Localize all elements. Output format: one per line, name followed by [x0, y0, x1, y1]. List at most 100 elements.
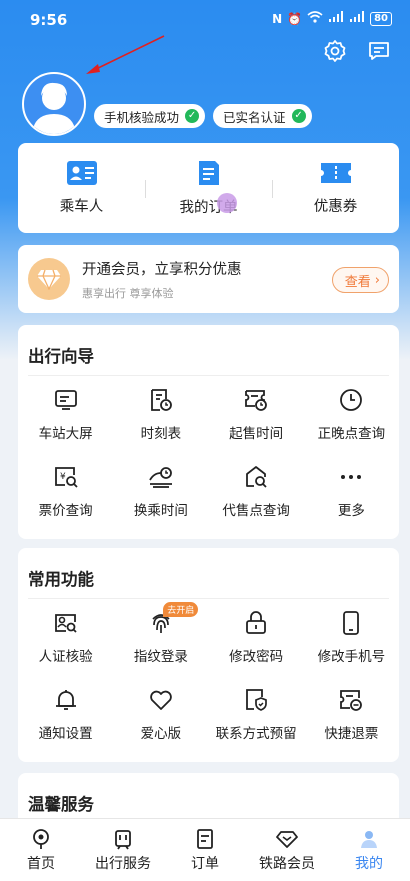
grid-item-label: 票价查询: [38, 503, 93, 519]
alarm-icon: ⏰: [287, 11, 303, 26]
order-doc-icon: [198, 161, 219, 185]
membership-banner[interactable]: 开通会员，立享积分优惠 惠享出行 尊享体验 查看 ›: [18, 245, 399, 313]
tab-home[interactable]: 首页: [0, 819, 82, 881]
tab-label: 首页: [27, 855, 55, 872]
quick-action-coupons[interactable]: 优惠券: [272, 143, 399, 233]
grid-item-label: 代售点查询: [222, 503, 290, 519]
battery-indicator: 80: [370, 11, 392, 26]
message-icon[interactable]: [366, 38, 392, 64]
tab-label: 订单: [191, 855, 219, 872]
grid-item-label: 时刻表: [140, 426, 182, 442]
check-icon: ✓: [185, 109, 200, 123]
grid-item-label: 爱心版: [140, 726, 182, 742]
quick-action-label: 乘车人: [59, 199, 104, 215]
view-button-label: 查看: [344, 274, 371, 290]
quick-actions-card: 乘车人 我的订单 优惠券: [18, 143, 399, 233]
grid-item-agency-query[interactable]: 代售点查询: [209, 464, 304, 519]
tab-railway-member[interactable]: 铁路会员: [246, 819, 328, 881]
tab-travel-service[interactable]: 出行服务: [82, 819, 164, 881]
signal-icon: [328, 11, 344, 26]
grid-item-label: 指纹登录: [133, 649, 188, 665]
annotation-arrow: [86, 35, 165, 74]
gem-icon: [28, 258, 70, 300]
grid-item-fingerprint[interactable]: 去开启 指纹登录: [113, 602, 208, 665]
grid-item-care-mode[interactable]: 爱心版: [113, 687, 208, 742]
grid-item-transfer-time[interactable]: 换乘时间: [113, 464, 208, 519]
order-icon: [197, 828, 213, 849]
grid-item-change-password[interactable]: 修改密码: [209, 610, 304, 665]
tab-label: 铁路会员: [259, 855, 315, 872]
grid-item-label: 通知设置: [38, 726, 93, 742]
grid-item-contact-reserve[interactable]: 联系方式预留: [209, 687, 304, 742]
lock-icon: [246, 611, 267, 634]
sale-time-icon: [245, 390, 268, 411]
grid-item-label: 修改手机号: [317, 649, 386, 665]
signal-icon-2: [349, 11, 365, 26]
fare-query-icon: ¥: [54, 467, 78, 488]
grid-item-more[interactable]: 更多: [304, 464, 399, 519]
user-avatar-icon: [32, 82, 76, 134]
wifi-icon: [307, 11, 323, 26]
chevron-right-icon: ›: [374, 272, 380, 288]
section-divider: [28, 598, 389, 599]
home-icon: [33, 828, 49, 849]
real-name-badge: 已实名认证 ✓: [213, 104, 312, 128]
heart-icon: [150, 690, 172, 710]
tab-orders[interactable]: 订单: [164, 819, 246, 881]
grid-item-label: 更多: [337, 503, 365, 519]
id-verify-icon: [54, 614, 77, 633]
grid-item-timetable[interactable]: 时刻表: [113, 387, 208, 442]
check-icon: ✓: [291, 109, 306, 123]
section-title: 出行向导: [28, 347, 94, 366]
grid-item-label: 人证核验: [38, 649, 93, 665]
enable-tag: 去开启: [163, 602, 199, 617]
gear-icon[interactable]: [322, 38, 348, 64]
badge-label: 手机核验成功: [104, 109, 180, 125]
grid-item-label: 换乘时间: [133, 503, 188, 519]
travel-guide-section: 出行向导 车站大屏 时刻表 起售时间 正晚点查询 ¥ 票价查询 换乘时间 代售点…: [18, 325, 399, 539]
section-divider: [28, 375, 389, 376]
phone-icon: [343, 611, 360, 635]
timetable-icon: [150, 389, 172, 411]
phone-verified-badge: 手机核验成功 ✓: [94, 104, 206, 128]
membership-title: 开通会员，立享积分优惠: [82, 261, 242, 278]
contact-shield-icon: [246, 689, 267, 711]
view-membership-button[interactable]: 查看 ›: [331, 267, 389, 293]
quick-action-passenger[interactable]: 乘车人: [18, 143, 145, 233]
quick-action-orders[interactable]: 我的订单: [145, 143, 272, 233]
nfc-icon: N: [272, 11, 283, 26]
grid-item-change-phone[interactable]: 修改手机号: [304, 610, 399, 665]
touch-indicator: [217, 193, 237, 213]
tab-label: 我的: [355, 855, 383, 872]
grid-item-notification-settings[interactable]: 通知设置: [18, 687, 113, 742]
common-functions-section: 常用功能 人证核验 去开启 指纹登录 修改密码 修改手机号 通知设置 爱心版 联…: [18, 548, 399, 762]
status-bar: 9:56 N ⏰ 80: [0, 0, 410, 38]
member-gem-icon: [276, 830, 298, 848]
svg-text:¥: ¥: [60, 472, 66, 482]
quick-action-label: 优惠券: [313, 199, 358, 215]
more-icon: [341, 475, 362, 479]
profile-icon: [361, 830, 377, 848]
grid-item-sale-time[interactable]: 起售时间: [209, 387, 304, 442]
status-icons: N ⏰ 80: [272, 11, 392, 26]
bell-icon: [55, 690, 76, 710]
tab-profile[interactable]: 我的: [328, 819, 410, 881]
station-screen-icon: [54, 390, 77, 410]
section-title: 温馨服务: [28, 795, 94, 814]
transfer-time-icon: [149, 467, 172, 488]
avatar[interactable]: [22, 72, 86, 136]
grid-item-fare-query[interactable]: ¥ 票价查询: [18, 464, 113, 519]
grid-item-label: 正晚点查询: [317, 426, 386, 442]
grid-item-id-verify[interactable]: 人证核验: [18, 610, 113, 665]
grid-item-label: 起售时间: [229, 426, 284, 442]
membership-subtitle: 惠享出行 尊享体验: [82, 286, 174, 300]
grid-item-quick-refund[interactable]: 快捷退票: [304, 687, 399, 742]
passenger-card-icon: [66, 161, 97, 185]
grid-item-delay-query[interactable]: 正晚点查询: [304, 387, 399, 442]
grid-item-label: 联系方式预留: [215, 726, 297, 742]
refund-ticket-icon: [340, 690, 363, 711]
grid-item-station-screen[interactable]: 车站大屏: [18, 387, 113, 442]
coupon-icon: [320, 163, 351, 183]
status-time: 9:56: [30, 11, 68, 29]
clock-icon: [340, 389, 363, 411]
